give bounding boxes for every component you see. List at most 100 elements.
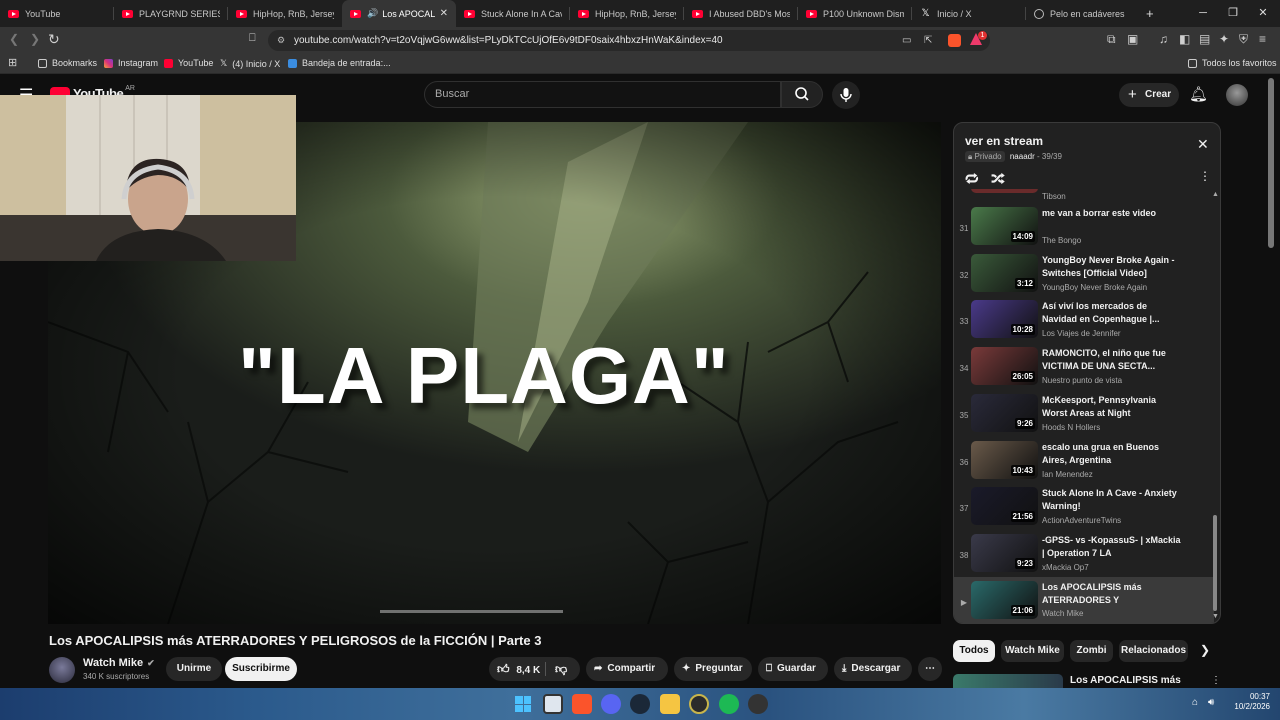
tab-x-inicio[interactable]: 𝕏 Inicio / X <box>912 0 1026 27</box>
tab-p100[interactable]: P100 Unknown Dismar <box>798 0 912 27</box>
playlist-item[interactable]: 36 10:43 escalo una grua en Buenos Aires, … <box>954 440 1214 488</box>
item-title[interactable]: escalo una grua en Buenos Aires, Argenti… <box>1042 441 1182 467</box>
chip-watch-mike[interactable]: Watch Mike <box>1001 640 1064 662</box>
bookmark-x[interactable]: 𝕏 (4) Inicio / X <box>220 58 280 69</box>
item-thumbnail[interactable]: 9:26 <box>971 393 1038 432</box>
minimize-button[interactable]: ─ <box>1188 0 1218 27</box>
apps-grid-icon[interactable]: ⊞ <box>8 56 17 69</box>
next-video-thumbnail[interactable] <box>953 674 1063 688</box>
account-avatar[interactable] <box>1226 84 1248 106</box>
playlist-item[interactable]: 38 9:23 -GPSS- vs -KopassuS- | xMackia | O… <box>954 533 1214 581</box>
restore-button[interactable]: ❐ <box>1218 0 1248 27</box>
settings-taskbar-icon[interactable] <box>748 694 768 714</box>
subscribe-button[interactable]: Suscribirme <box>225 657 297 681</box>
address-bar[interactable]: ⚙ youtube.com/watch?v=t2oVqjwG6ww&list=P… <box>268 30 990 51</box>
item-thumbnail[interactable]: 10:28 <box>971 300 1038 339</box>
network-icon[interactable]: ⌂ <box>1192 697 1198 708</box>
tab-youtube[interactable]: YouTube <box>0 0 114 27</box>
create-button[interactable]: + Crear <box>1119 83 1179 107</box>
next-video-more-icon[interactable]: ⋮ <box>1211 675 1221 686</box>
task-view-icon[interactable] <box>543 694 563 714</box>
item-thumbnail[interactable]: 26:05 <box>971 347 1038 386</box>
bookmark-folder[interactable]: Bookmarks <box>38 58 97 68</box>
playlist-title[interactable]: ver en stream <box>965 134 1043 148</box>
menu-icon[interactable]: ≡ <box>1259 32 1266 46</box>
bookmark-page-icon[interactable]: ⎕ <box>249 32 256 45</box>
close-playlist-icon[interactable]: ✕ <box>1197 136 1209 153</box>
item-thumbnail[interactable]: 14:09 <box>971 207 1038 245</box>
item-thumbnail[interactable]: 21:06 <box>971 580 1038 619</box>
tab-dbd[interactable]: I Abused DBD's Most C <box>684 0 798 27</box>
back-icon[interactable]: ❮ <box>9 32 19 46</box>
shuffle-icon[interactable]: 🔀︎ <box>991 168 1005 189</box>
tab-playgrnd[interactable]: PLAYGRND SERIES | CR <box>114 0 228 27</box>
media-icon[interactable]: ♫ <box>1159 32 1168 46</box>
playlist-item[interactable]: 31 14:09 me van a borrar este video The Bon… <box>954 207 1214 254</box>
close-window-button[interactable]: ✕ <box>1248 0 1278 27</box>
channel-avatar[interactable] <box>49 657 75 683</box>
next-video-title[interactable]: Los APOCALIPSIS más <box>1070 675 1181 686</box>
playlist-more-icon[interactable]: ⋮ <box>1199 169 1211 183</box>
item-thumbnail[interactable]: 10:43 <box>971 440 1038 479</box>
discord-taskbar-icon[interactable] <box>601 694 621 714</box>
channel-name[interactable]: Watch Mike ✔ <box>83 657 155 669</box>
bookmark-mail[interactable]: Bandeja de entrada:... <box>288 58 391 68</box>
playlist-owner[interactable]: naaadr <box>1010 152 1035 161</box>
all-favorites[interactable]: Todos los favoritos <box>1188 58 1277 68</box>
dislike-icon[interactable]: 👎︎ <box>555 657 567 681</box>
reload-icon[interactable]: ↻ <box>48 31 60 48</box>
playlist-item[interactable]: 33 10:28 Así viví los mercados de Navidad … <box>954 300 1214 347</box>
search-input[interactable]: Buscar <box>424 81 781 108</box>
tab-hiphop-2[interactable]: HipHop, RnB, Jersey | 4 <box>570 0 684 27</box>
tab-active-apocalipsis[interactable]: 🔊Los APOCALIPSIS✕ <box>342 0 456 27</box>
voice-search-button[interactable] <box>832 81 860 109</box>
extensions-icon[interactable]: ⧉ <box>1107 32 1116 47</box>
prev-item-thumbnail[interactable] <box>971 189 1038 193</box>
scroll-down-icon[interactable]: ▼ <box>1212 613 1219 620</box>
steam-taskbar-icon[interactable] <box>630 694 650 714</box>
cast-icon[interactable]: ▭ <box>902 30 911 51</box>
wallet-icon[interactable]: ▤ <box>1199 32 1210 46</box>
site-settings-icon[interactable]: ⚙ <box>277 30 285 51</box>
join-button[interactable]: Unirme <box>166 657 222 681</box>
volume-icon[interactable]: 🔊︎ <box>1208 697 1214 708</box>
spotify-taskbar-icon[interactable] <box>719 694 739 714</box>
item-thumbnail[interactable]: 3:12 <box>971 253 1038 292</box>
brave-shields-icon[interactable] <box>948 34 961 47</box>
item-title[interactable]: YoungBoy Never Broke Again - Switches [O… <box>1042 254 1182 280</box>
bookmark-instagram[interactable]: Instagram <box>104 58 158 68</box>
system-clock[interactable]: 00:37 10/2/2026 <box>1228 692 1270 712</box>
notifications-bell-icon[interactable]: 🔔︎ <box>1189 85 1208 103</box>
item-thumbnail[interactable]: 9:23 <box>971 533 1038 572</box>
item-title[interactable]: Stuck Alone In A Cave - Anxiety Warning! <box>1042 487 1182 513</box>
item-title[interactable]: McKeesport, Pennsylvania Worst Areas at … <box>1042 394 1182 420</box>
ask-button[interactable]: ✦ Preguntar <box>674 657 752 681</box>
chip-zombi[interactable]: Zombi <box>1070 640 1113 662</box>
playlist-item[interactable]: 35 9:26 McKeesport, Pennsylvania Worst Are… <box>954 393 1214 441</box>
item-title[interactable]: Los APOCALIPSIS más ATERRADORES Y PELIGR… <box>1042 581 1182 608</box>
download-button[interactable]: ⤓ Descargar <box>834 657 912 681</box>
loop-icon[interactable]: 🔁︎ <box>965 168 979 189</box>
share-button[interactable]: ➦ Compartir <box>586 657 668 681</box>
tab-hiphop[interactable]: HipHop, RnB, Jersey | 4 <box>228 0 342 27</box>
item-title[interactable]: me van a borrar este video <box>1042 207 1182 220</box>
share-icon[interactable]: ⇱ <box>924 30 932 51</box>
item-thumbnail[interactable]: 21:56 <box>971 487 1038 526</box>
search-button[interactable] <box>781 81 823 108</box>
app-taskbar-icon[interactable] <box>689 694 709 714</box>
tab-pelo[interactable]: Pelo en cadáveres <box>1026 0 1138 27</box>
playlist-item[interactable]: 37 21:56 Stuck Alone In A Cave - Anxiety W… <box>954 487 1214 534</box>
new-tab-button[interactable]: + <box>1138 0 1164 27</box>
like-icon[interactable]: 👍︎ <box>497 662 510 676</box>
save-button[interactable]: ⎕ Guardar <box>758 657 828 681</box>
file-explorer-icon[interactable] <box>660 694 680 714</box>
chip-all[interactable]: Todos <box>953 640 995 662</box>
chips-next-icon[interactable]: ❯ <box>1200 643 1210 657</box>
windows-start-icon[interactable] <box>513 694 533 714</box>
vpn-icon[interactable]: ⛨ <box>1239 32 1248 47</box>
close-tab-icon[interactable]: ✕ <box>440 8 448 19</box>
playlist-item-current[interactable]: ▶ 21:06 Los APOCALIPSIS más ATERRADORES Y … <box>954 576 1214 623</box>
leo-ai-icon[interactable]: ✦ <box>1219 32 1229 46</box>
tab-stuck-alone[interactable]: Stuck Alone In A Cave <box>456 0 570 27</box>
forward-icon[interactable]: ❯ <box>30 32 40 46</box>
